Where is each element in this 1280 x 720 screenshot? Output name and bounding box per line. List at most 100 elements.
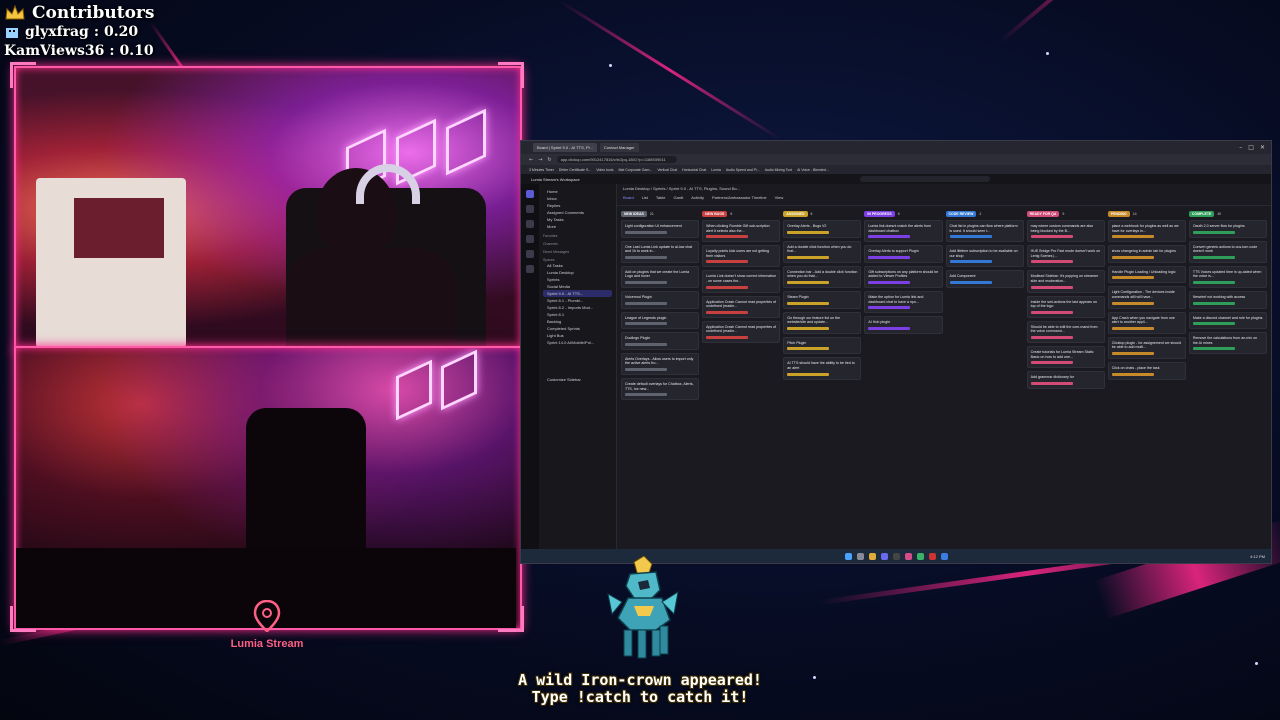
- tab-gantt[interactable]: Gantt: [673, 195, 683, 200]
- sidebar-space-item[interactable]: Sprint 14.0 AI/Mobile/Pol...: [543, 339, 612, 346]
- sidebar-item-replies[interactable]: Replies: [543, 202, 612, 209]
- breadcrumb[interactable]: Lumia Desktop / Sprints / Sprint 9.0 - A…: [623, 186, 1265, 191]
- task-card[interactable]: Create tutorials for Lumia Stream Static…: [1026, 345, 1105, 369]
- forward-icon[interactable]: →: [538, 157, 542, 163]
- task-card[interactable]: Chat list in plugins can flow where plat…: [945, 220, 1024, 243]
- tab-list[interactable]: List: [642, 195, 648, 200]
- task-card[interactable]: Clicktop plugin - for assignement we sho…: [1107, 336, 1186, 359]
- customize-sidebar-button[interactable]: Customize Sidebar: [543, 376, 612, 383]
- bookmark[interactable]: AI Voice - Blended...: [797, 168, 829, 172]
- task-card[interactable]: Newrlerf not working with access: [1188, 290, 1267, 309]
- task-card[interactable]: Modlead Sidebar: It's popping on streame…: [1026, 270, 1105, 293]
- task-card[interactable]: Convert generic actions to cus-tom code …: [1188, 240, 1267, 263]
- browser-tab[interactable]: Board | Sprint 9.0 - AI TTS, Pl...: [533, 143, 597, 152]
- search-input[interactable]: [859, 176, 990, 182]
- task-card[interactable]: Add on plugins that we create the Lumia …: [621, 265, 700, 288]
- app-icon[interactable]: [940, 552, 948, 560]
- app-icon[interactable]: [928, 552, 936, 560]
- task-card[interactable]: When clicking Rumble Gift sub-scription …: [702, 220, 781, 243]
- task-card[interactable]: Pitch Plugin: [783, 336, 862, 355]
- task-card[interactable]: Inside the sml-actions the last appears …: [1026, 295, 1105, 318]
- column-header[interactable]: READY FOR QA 9: [1026, 210, 1105, 217]
- sidebar-space-item[interactable]: Sprints: [543, 276, 612, 283]
- reload-icon[interactable]: ↻: [547, 157, 551, 163]
- maximize-icon[interactable]: □: [1248, 144, 1254, 151]
- sidebar-item-home[interactable]: Home: [543, 188, 612, 195]
- obs-icon[interactable]: [892, 552, 900, 560]
- url-field[interactable]: app.clickup.com/9012417816/v/b/2pq-1801?…: [556, 156, 677, 163]
- task-card[interactable]: Connection bar - Add a double click func…: [783, 265, 862, 288]
- discord-icon[interactable]: [880, 552, 888, 560]
- task-card[interactable]: AI Hub plugin: [864, 316, 943, 334]
- bookmark[interactable]: Horizontal Chat: [682, 168, 706, 172]
- sidebar-item-inbox[interactable]: Inbox: [543, 195, 612, 202]
- sidebar-space-item[interactable]: Sprint 8.1 - Plumbi...: [543, 297, 612, 304]
- column-header[interactable]: PENDING 14: [1107, 210, 1186, 217]
- sidebar-space-item[interactable]: Completed Sprints: [543, 325, 612, 332]
- sidebar-space-item[interactable]: Sprint 8.1: [543, 311, 612, 318]
- sidebar-space-item[interactable]: All Tasks: [543, 262, 612, 269]
- back-icon[interactable]: ←: [529, 157, 533, 163]
- task-card[interactable]: Make the option for Lumia link and dashb…: [864, 290, 943, 314]
- bookmark[interactable]: Lumia: [711, 168, 721, 172]
- task-card[interactable]: Overlay Alerts to support Plugin: [864, 245, 943, 263]
- sidebar-space-item[interactable]: Lumia Desktop: [543, 269, 612, 276]
- task-card[interactable]: TTS Voices updated time is up-dated when…: [1188, 265, 1267, 288]
- column-header[interactable]: ASSIGNED 6: [783, 210, 861, 217]
- bookmark[interactable]: 3 Minutes Timer: [529, 168, 554, 172]
- bookmark[interactable]: Vertical Chat: [657, 168, 677, 172]
- app-icon[interactable]: [904, 552, 912, 560]
- tab-table[interactable]: Table: [656, 195, 666, 200]
- task-card[interactable]: Gift subscriptions on any platform shoul…: [864, 265, 943, 288]
- task-card[interactable]: show changelog in admin tab for plugins: [1107, 245, 1186, 263]
- home-icon[interactable]: [526, 190, 534, 198]
- sidebar-space-item[interactable]: Light Bus: [543, 332, 612, 339]
- bookmark[interactable]: Dirtier Certificate S...: [559, 168, 591, 172]
- bookmark[interactable]: Video tools: [596, 168, 613, 172]
- task-card[interactable]: One Last Lumia Link update to al-low cha…: [621, 240, 700, 263]
- column-header[interactable]: IN PROGRESS 6: [864, 210, 942, 217]
- task-card[interactable]: Overlay Alerts - Bugs V2: [783, 220, 862, 238]
- tab-timeline[interactable]: Partners/Ambassador Timeline: [712, 195, 767, 200]
- bookmark[interactable]: Audio Mixing Tool: [765, 168, 792, 172]
- more-icon[interactable]: [526, 265, 534, 273]
- task-card[interactable]: Loyalty points kick users are not gettin…: [702, 245, 781, 268]
- sidebar-section-dms[interactable]: Direct Messages: [543, 250, 612, 254]
- sidebar-item-assigned-comments[interactable]: Assigned Comments: [543, 209, 612, 216]
- column-header[interactable]: NEW BUGS 6: [702, 210, 780, 217]
- sidebar-space-item[interactable]: Sprint 8.2 - Imports Mod...: [543, 304, 612, 311]
- task-card[interactable]: HUE Bridge Pro Fast mode doesn't work on…: [1026, 245, 1105, 268]
- task-card[interactable]: Steam Plugin: [783, 290, 862, 309]
- docs-icon[interactable]: [526, 220, 534, 228]
- sidebar-space-item-active[interactable]: Sprint 9.0 - AI TTS...: [543, 290, 612, 297]
- task-card[interactable]: place a webhook for plugins as well as w…: [1107, 220, 1186, 243]
- task-card[interactable]: Lumia Link doesn't show correct informat…: [702, 270, 781, 293]
- sidebar-item-my-tasks[interactable]: My Tasks: [543, 216, 612, 223]
- task-card[interactable]: Make a discord channel and role for plug…: [1188, 311, 1267, 330]
- close-icon[interactable]: ✕: [1260, 144, 1265, 151]
- task-card[interactable]: League of Legends plugin: [621, 311, 700, 330]
- tab-activity[interactable]: Activity: [691, 195, 704, 200]
- task-card[interactable]: Go through our feature list on the websi…: [783, 311, 862, 334]
- task-card[interactable]: Application Crash Cannot read properties…: [702, 320, 781, 343]
- inbox-icon[interactable]: [526, 205, 534, 213]
- browser-icon[interactable]: [868, 552, 876, 560]
- task-card[interactable]: Alerts Overlays - Allow users to import …: [621, 352, 700, 375]
- column-header[interactable]: NEW IDEAS 21: [621, 210, 699, 217]
- sidebar-section-favorites[interactable]: Favorites: [543, 234, 612, 238]
- task-card[interactable]: Click on chats - place the task: [1107, 361, 1186, 380]
- task-card[interactable]: Light configuration UI enhancement: [621, 220, 700, 238]
- task-card[interactable]: Add lifetime subscription to be availabl…: [945, 245, 1024, 268]
- task-card[interactable]: Add a double click function when you do …: [783, 240, 862, 263]
- browser-tab[interactable]: Contact Manager: [599, 143, 639, 152]
- minimize-icon[interactable]: –: [1239, 144, 1242, 151]
- task-card[interactable]: Application Crash Cannot read properties…: [702, 295, 781, 318]
- task-card[interactable]: Voicemod Plugin: [621, 290, 700, 309]
- task-card[interactable]: Lumia link doesnt match the alerts from …: [864, 220, 943, 243]
- sidebar-space-item[interactable]: Backlog: [543, 318, 612, 325]
- sidebar-section-channels[interactable]: Channels: [543, 242, 612, 246]
- task-card[interactable]: Should be able to edit the com-mand from…: [1026, 320, 1105, 343]
- workspace-name[interactable]: Lumia Stream's Workspace: [531, 177, 580, 182]
- task-card[interactable]: Create default overlays for Chatbox, Ale…: [621, 377, 700, 401]
- task-card[interactable]: Handle Plugin Loading / Unloading logic: [1107, 265, 1186, 284]
